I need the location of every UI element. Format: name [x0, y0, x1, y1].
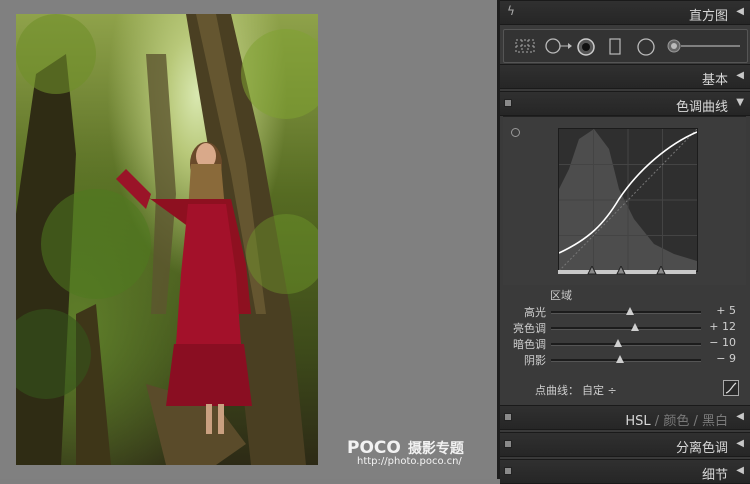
slider-track[interactable]: [551, 327, 701, 330]
collapse-triangle-icon[interactable]: ◀: [736, 411, 744, 422]
slider-value[interactable]: − 10: [709, 336, 736, 349]
tone-curve-area: [503, 116, 746, 285]
slider-track[interactable]: [551, 359, 701, 362]
graduated-filter-icon[interactable]: [609, 38, 621, 60]
watermark-logo: POCO: [347, 438, 401, 458]
slider-knob[interactable]: [614, 339, 622, 347]
circle-crop-icon[interactable]: [544, 38, 572, 58]
slider-track[interactable]: [551, 343, 701, 346]
tab-bw[interactable]: 黑白: [702, 414, 728, 429]
lightning-icon: ϟ: [507, 4, 515, 18]
hsl-tabs: HSL / 颜色 / 黑白: [625, 410, 728, 429]
tool-strip: [503, 29, 748, 63]
region-label: 区域: [550, 289, 572, 302]
slider-lights[interactable]: 亮色调 + 12: [500, 320, 750, 336]
slider-knob[interactable]: [631, 323, 639, 331]
radial-filter-icon[interactable]: [636, 38, 656, 60]
slider-knob[interactable]: [616, 355, 624, 363]
panel-toggle-switch[interactable]: [504, 99, 512, 107]
panel-toggle-switch[interactable]: [504, 413, 512, 421]
split-toning-header[interactable]: 分离色调 ◀: [500, 432, 750, 457]
slider-label: 亮色调: [513, 322, 546, 335]
slider-knob[interactable]: [626, 307, 634, 315]
curve-region-split-slider[interactable]: [558, 266, 696, 275]
tone-curve-graph[interactable]: [558, 128, 698, 272]
point-curve-row: 点曲线： 自定 ÷: [500, 378, 750, 400]
slider-value[interactable]: + 5: [716, 304, 736, 317]
detail-header[interactable]: 细节 ◀: [500, 459, 750, 484]
spot-removal-icon[interactable]: [576, 38, 596, 60]
tab-separator: /: [689, 414, 702, 429]
collapse-triangle-icon[interactable]: ◀: [736, 465, 744, 476]
photo-image: [16, 14, 318, 465]
slider-value[interactable]: + 12: [709, 320, 736, 333]
tab-hsl[interactable]: HSL: [625, 414, 650, 429]
tab-color[interactable]: 颜色: [663, 414, 689, 429]
slider-darks[interactable]: 暗色调 − 10: [500, 336, 750, 352]
photo-canvas: POCO 摄影专题 http://photo.poco.cn/: [0, 0, 497, 479]
photo-preview[interactable]: [16, 14, 318, 465]
target-adjust-icon[interactable]: [511, 128, 520, 137]
panel-toggle-switch[interactable]: [504, 467, 512, 475]
histogram-header[interactable]: ϟ 直方图 ◀: [500, 0, 750, 25]
slider-label: 阴影: [524, 354, 546, 367]
tone-curve-title: 色调曲线: [675, 100, 728, 115]
split-toning-title: 分离色调: [675, 441, 728, 456]
brush-icon[interactable]: [667, 38, 742, 58]
slider-label: 高光: [524, 306, 546, 319]
slider-shadows[interactable]: 阴影 − 9: [500, 352, 750, 368]
basic-header[interactable]: 基本 ◀: [500, 64, 750, 89]
watermark: POCO 摄影专题 http://photo.poco.cn/: [347, 438, 464, 467]
histogram-title: 直方图: [688, 9, 728, 24]
point-curve-label: 点曲线：: [535, 384, 579, 397]
grid-icon[interactable]: [514, 38, 536, 58]
hsl-header[interactable]: HSL / 颜色 / 黑白 ◀: [500, 405, 750, 430]
slider-value[interactable]: − 9: [716, 352, 736, 365]
basic-title: 基本: [701, 73, 728, 88]
point-curve-select[interactable]: 自定 ÷: [582, 382, 617, 398]
collapse-triangle-icon[interactable]: ◀: [736, 70, 744, 81]
collapse-triangle-icon[interactable]: ◀: [736, 6, 744, 17]
collapse-triangle-icon[interactable]: ◀: [736, 438, 744, 449]
tone-curve-header[interactable]: 色调曲线 ▼: [500, 91, 750, 116]
watermark-brand: 摄影专题: [407, 441, 464, 457]
watermark-url: http://photo.poco.cn/: [357, 456, 462, 467]
expand-triangle-icon[interactable]: ▼: [736, 97, 744, 108]
detail-title: 细节: [701, 468, 728, 483]
slider-label: 暗色调: [513, 338, 546, 351]
slider-highlights[interactable]: 高光 + 5: [500, 304, 750, 320]
edit-point-curve-icon[interactable]: [723, 380, 739, 396]
panel-toggle-switch[interactable]: [504, 440, 512, 448]
tab-separator: /: [650, 414, 664, 429]
